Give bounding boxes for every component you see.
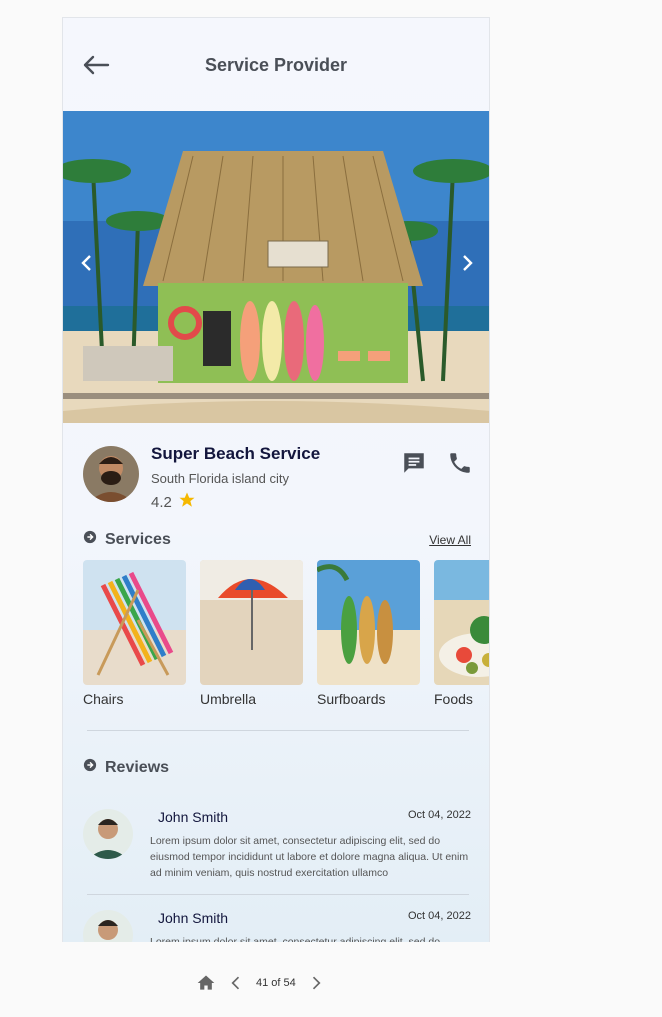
star-icon xyxy=(178,491,196,513)
services-list: Chairs Umbrella Surfboards Foods xyxy=(83,560,489,707)
reviewer-name: John Smith xyxy=(158,809,229,825)
arrow-circle-icon xyxy=(83,758,97,777)
reviewer-name: John Smith xyxy=(158,910,229,926)
home-icon[interactable] xyxy=(196,973,216,993)
provider-actions xyxy=(401,450,473,476)
phone-screen: Service Provider Super Beach Service Sou… xyxy=(62,17,490,942)
reviewer-avatar xyxy=(83,809,133,859)
view-all-link[interactable]: View All xyxy=(429,533,471,547)
pagination-bar: 41 of 54 xyxy=(196,973,326,993)
review-date: Oct 04, 2022 xyxy=(408,809,471,821)
hero-carousel[interactable] xyxy=(63,111,489,423)
next-page-icon[interactable] xyxy=(306,973,326,993)
prev-page-icon[interactable] xyxy=(226,973,246,993)
rating-value: 4.2 xyxy=(151,493,172,511)
phone-icon[interactable] xyxy=(447,450,473,476)
service-label: Surfboards xyxy=(317,691,386,707)
reviews-title: Reviews xyxy=(105,758,170,776)
divider xyxy=(87,730,469,731)
service-label: Chairs xyxy=(83,691,124,707)
message-icon[interactable] xyxy=(401,450,427,476)
provider-location: South Florida island city xyxy=(151,471,290,486)
service-image xyxy=(434,560,489,685)
carousel-next-icon[interactable] xyxy=(455,251,479,275)
service-item-surfboards[interactable]: Surfboards xyxy=(317,560,420,707)
service-label: Umbrella xyxy=(200,691,257,707)
provider-name: Super Beach Service xyxy=(151,444,321,463)
services-header: Services View All xyxy=(83,530,471,549)
page-title: Service Provider xyxy=(204,55,348,75)
review-date: Oct 04, 2022 xyxy=(408,910,471,922)
service-item-foods[interactable]: Foods xyxy=(434,560,489,707)
divider xyxy=(87,894,469,895)
carousel-prev-icon[interactable] xyxy=(75,251,99,275)
service-label: Foods xyxy=(434,691,473,707)
provider-info: Super Beach Service South Florida island… xyxy=(83,444,473,511)
service-item-umbrella[interactable]: Umbrella xyxy=(200,560,303,707)
provider-avatar xyxy=(83,446,139,502)
reviewer-avatar xyxy=(83,910,133,942)
reviews-header: Reviews xyxy=(83,758,471,777)
service-image xyxy=(200,560,303,685)
page-indicator: 41 of 54 xyxy=(256,977,296,989)
review-item: John Smith Oct 04, 2022 Lorem ipsum dolo… xyxy=(83,910,471,942)
service-image xyxy=(317,560,420,685)
review-text: Lorem ipsum dolor sit amet, consectetur … xyxy=(150,835,469,879)
review-text: Lorem ipsum dolor sit amet, consectetur … xyxy=(150,936,441,942)
provider-rating: 4.2 xyxy=(151,491,196,513)
service-item-chairs[interactable]: Chairs xyxy=(83,560,186,707)
beach-hut-image xyxy=(63,111,489,423)
review-item: John Smith Oct 04, 2022 Lorem ipsum dolo… xyxy=(83,809,471,879)
top-bar: Service Provider xyxy=(63,18,489,111)
services-title: Services xyxy=(105,530,171,548)
service-image xyxy=(83,560,186,685)
arrow-circle-icon xyxy=(83,530,97,549)
